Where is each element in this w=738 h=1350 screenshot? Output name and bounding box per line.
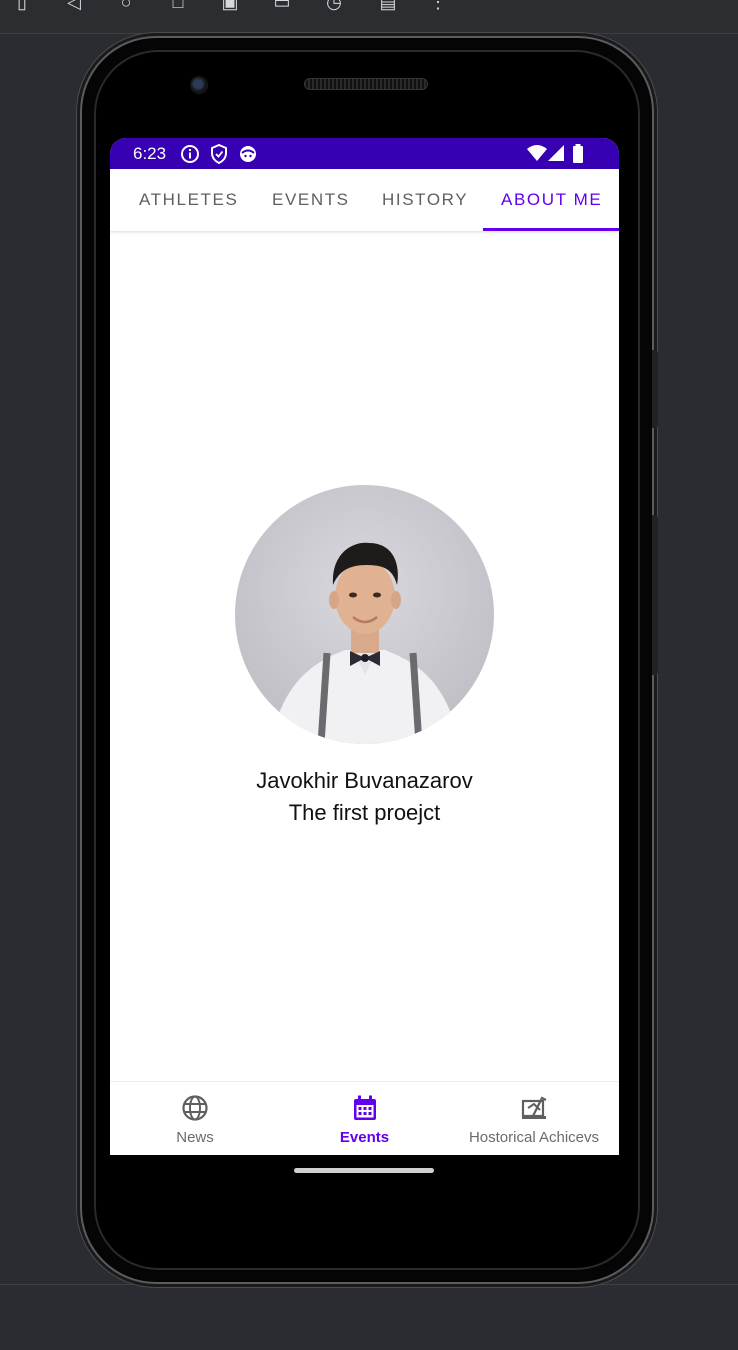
emulator-toolbar: ▯ ◁ ○ □ ▣ ▭ ◷ ▤ ⋮ [0, 0, 738, 34]
history-board-icon [521, 1096, 547, 1119]
front-camera [190, 76, 208, 94]
tab-athletes[interactable]: ATHLETES [139, 169, 238, 231]
info-icon [181, 145, 199, 163]
home-icon[interactable]: ○ [114, 0, 138, 12]
status-bar: 6:23 [110, 138, 619, 169]
screenshot-icon[interactable]: ▣ [218, 0, 242, 12]
calendar-icon [353, 1095, 376, 1120]
nav-events[interactable]: Events [280, 1082, 449, 1155]
overview-icon[interactable]: □ [166, 0, 190, 12]
rotate-icon[interactable]: ▯ [10, 0, 34, 12]
tab-history[interactable]: HISTORY [382, 169, 468, 231]
camera-icon[interactable]: ▭ [270, 0, 294, 12]
bottom-navigation: News Events Hostorical Achicevs [110, 1081, 619, 1155]
battery-icon [573, 144, 583, 163]
face-icon [240, 146, 256, 162]
signal-icon [548, 145, 564, 161]
more-icon[interactable]: ⋮ [426, 0, 450, 12]
profile-subtitle: The first proejct [288, 800, 441, 825]
back-icon[interactable]: ◁ [62, 0, 86, 12]
avatar [235, 485, 494, 744]
shield-icon [211, 144, 227, 164]
tab-events[interactable]: EVENTS [272, 169, 350, 231]
globe-icon [182, 1095, 208, 1121]
home-gesture-bar[interactable] [294, 1168, 434, 1173]
profile-photo [275, 542, 455, 744]
power-button[interactable] [652, 350, 658, 428]
tab-about-me[interactable]: ABOUT ME [501, 169, 602, 231]
touch-icon[interactable]: ▤ [376, 0, 400, 12]
nav-events-label: Events [339, 1129, 390, 1146]
volume-button[interactable] [652, 515, 658, 675]
emulator-divider [0, 1284, 738, 1285]
top-tabs: ATHLETES EVENTS HISTORY ABOUT ME [110, 169, 619, 231]
nav-news[interactable]: News [110, 1082, 280, 1155]
profile-name: Javokhir Buvanazarov [256, 768, 473, 793]
app-screen: 6:23 ATHLETES EVENTS HISTORY ABOUT ME Ja… [110, 138, 619, 1155]
earpiece-speaker [304, 78, 428, 90]
status-time: 6:23 [133, 144, 167, 163]
nav-historical-achievements[interactable]: Hostorical Achicevs [449, 1082, 619, 1155]
nav-news-label: News [176, 1129, 214, 1146]
nav-historical-label: Hostorical Achicevs [468, 1129, 600, 1146]
tab-indicator [483, 228, 619, 231]
wifi-icon [527, 145, 547, 161]
snapshot-icon[interactable]: ◷ [322, 0, 346, 12]
